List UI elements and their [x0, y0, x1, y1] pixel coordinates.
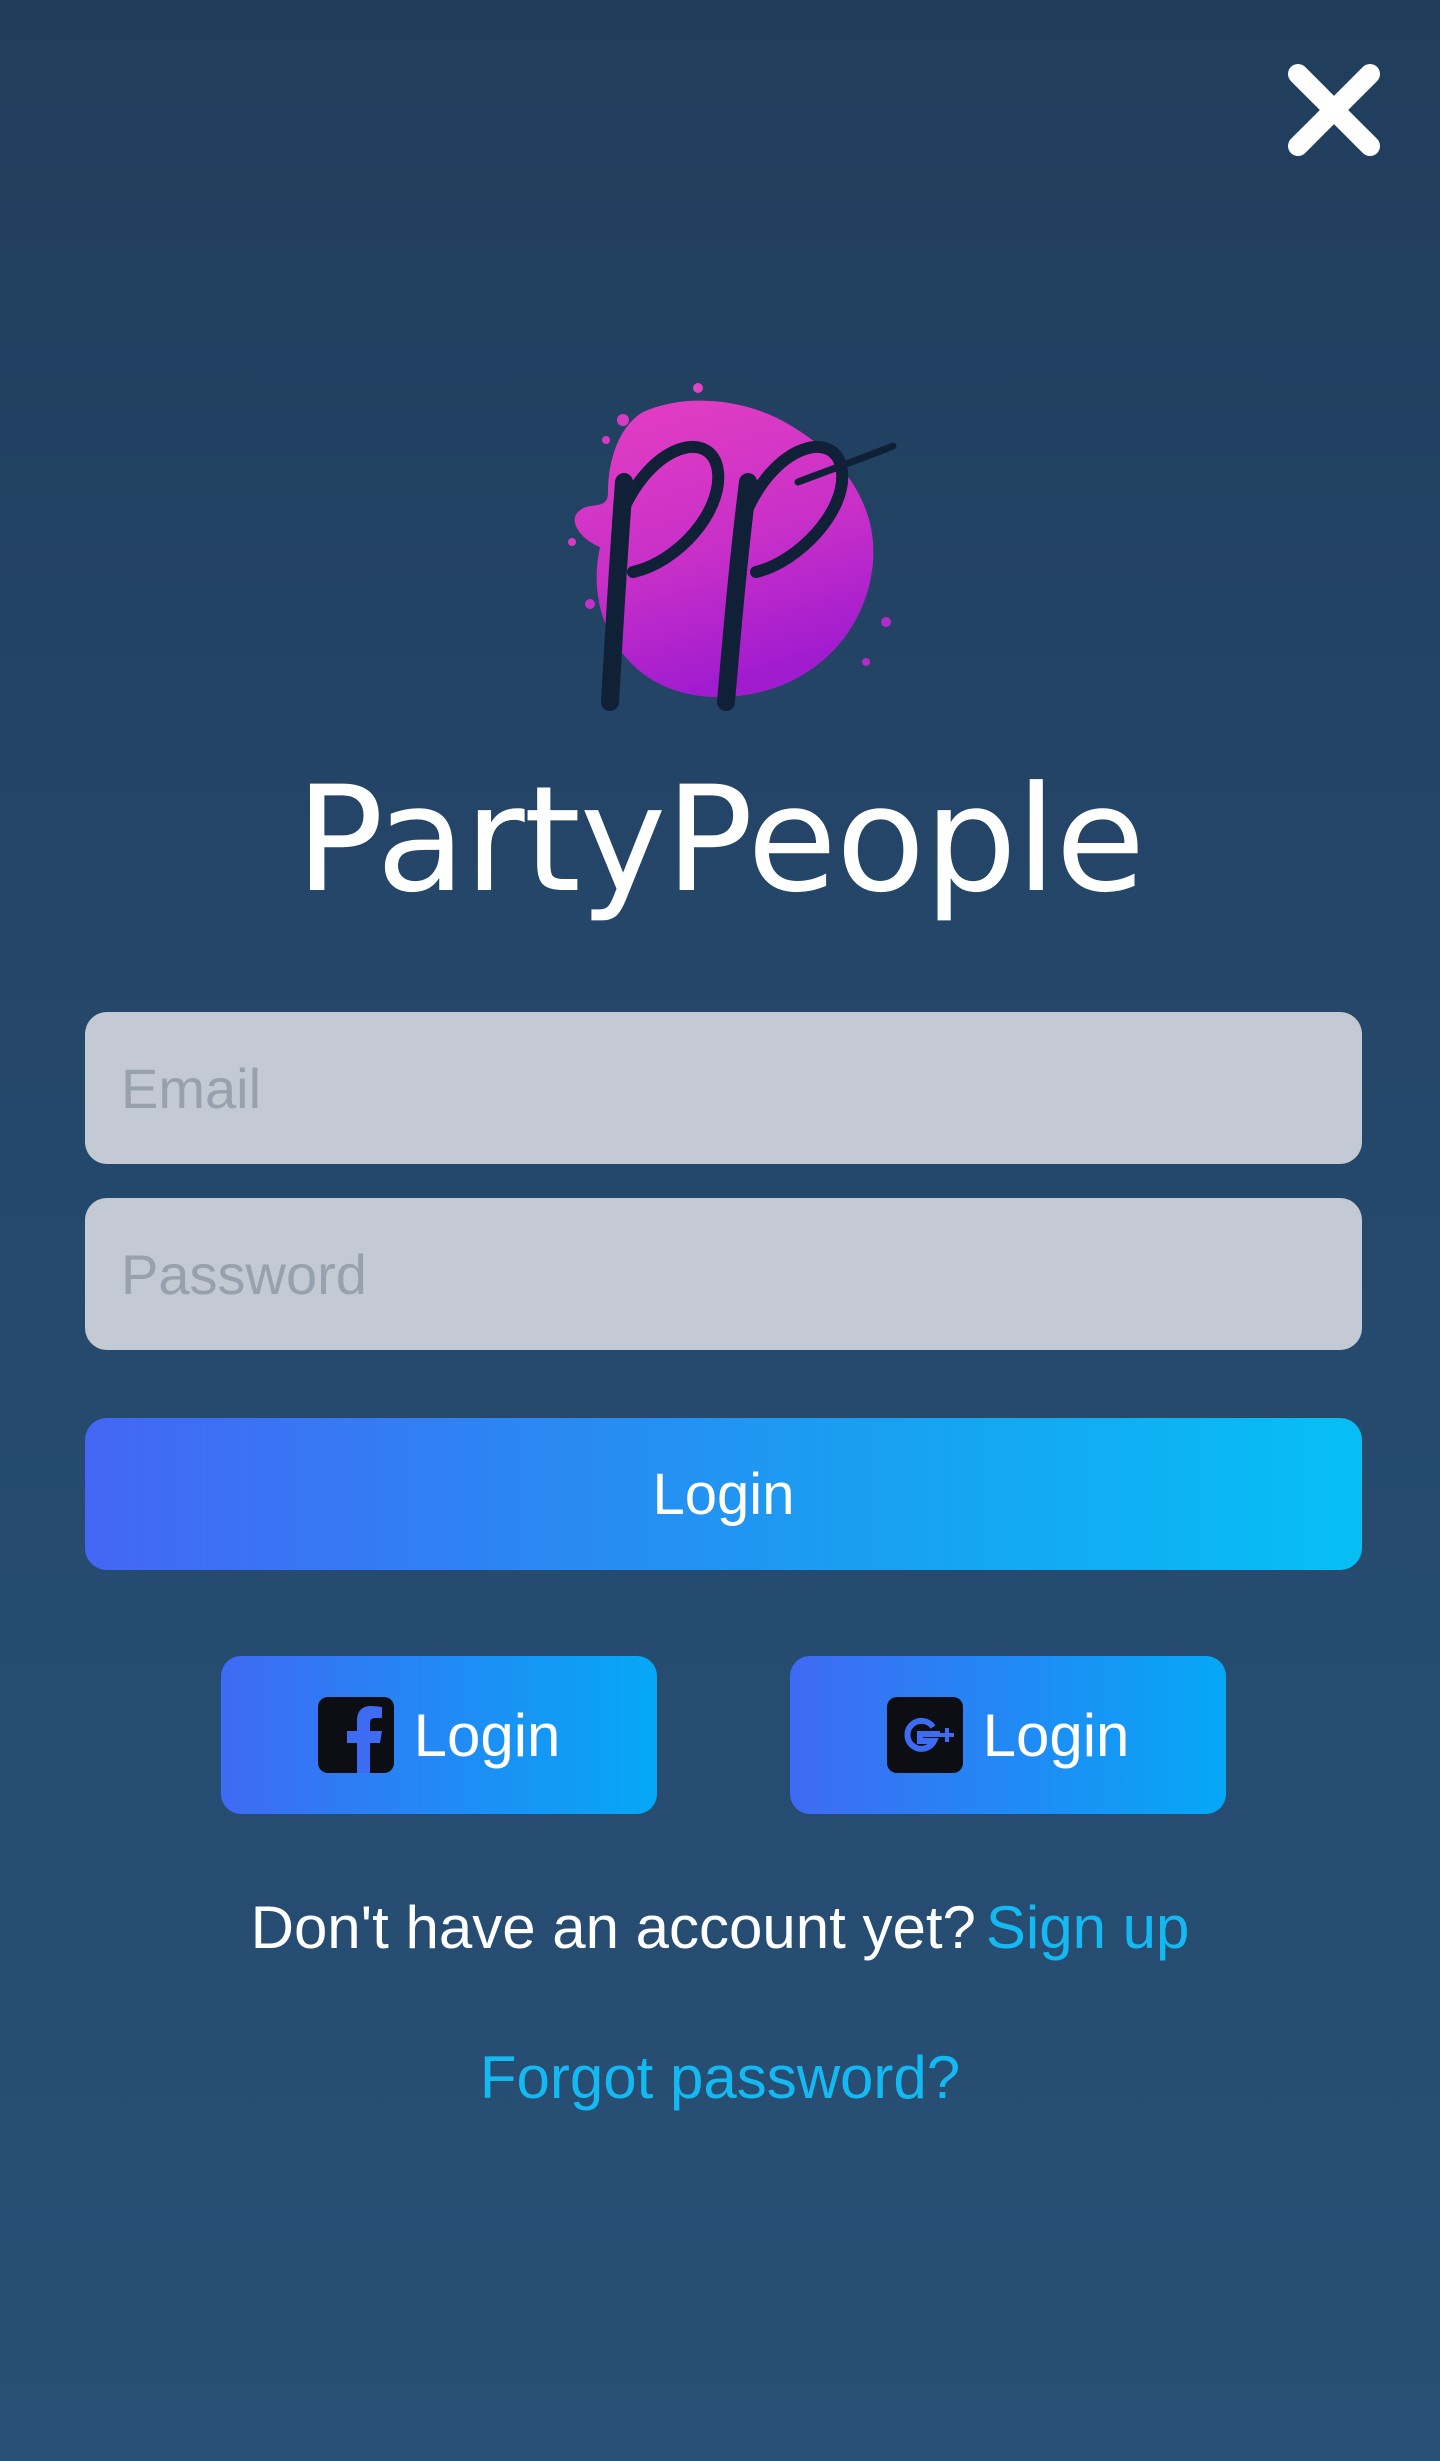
- facebook-login-button[interactable]: Login: [221, 1656, 657, 1814]
- facebook-icon: [317, 1697, 394, 1773]
- login-button[interactable]: Login: [85, 1418, 1362, 1570]
- close-icon: [1288, 64, 1380, 156]
- forgot-password-link[interactable]: Forgot password?: [0, 2038, 1440, 2118]
- google-plus-icon: [886, 1697, 963, 1773]
- close-button[interactable]: [1280, 56, 1388, 164]
- login-screen: PartyPeople Login Login Login Don't have…: [0, 0, 1440, 2461]
- email-input[interactable]: [85, 1012, 1362, 1164]
- app-title: PartyPeople: [295, 755, 1146, 925]
- google-login-button[interactable]: Login: [790, 1656, 1226, 1814]
- facebook-login-label: Login: [413, 1701, 561, 1769]
- signup-row: Don't have an account yet? Sign up: [0, 1888, 1440, 1968]
- login-button-label: Login: [652, 1461, 795, 1527]
- google-login-label: Login: [982, 1701, 1130, 1769]
- signup-link[interactable]: Sign up: [986, 1894, 1190, 1961]
- password-input[interactable]: [85, 1198, 1362, 1350]
- app-logo: [548, 372, 908, 722]
- signup-prompt: Don't have an account yet?: [250, 1894, 976, 1961]
